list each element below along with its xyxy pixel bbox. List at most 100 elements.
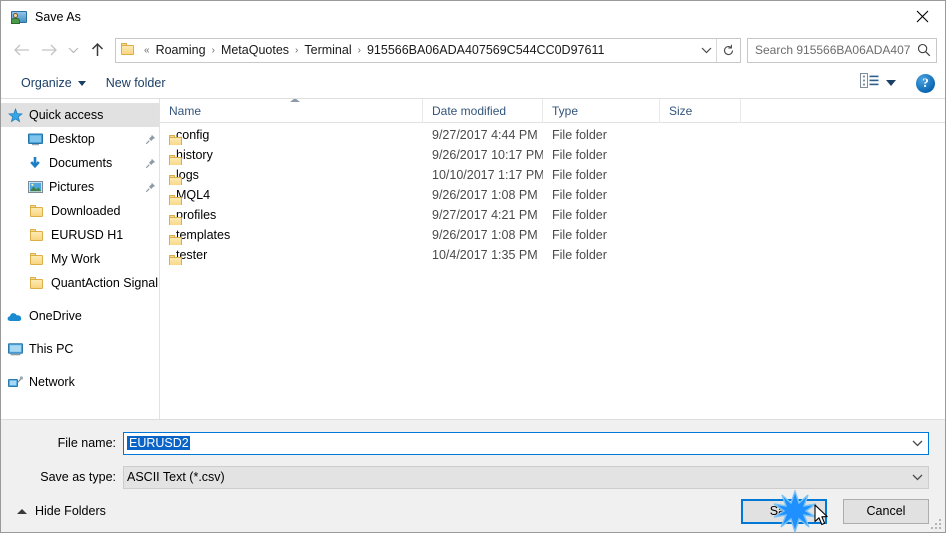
sidebar-item-label: Downloaded xyxy=(51,204,121,218)
documents-download-icon xyxy=(27,155,43,171)
pin-icon[interactable] xyxy=(141,158,159,169)
save-button[interactable]: Save xyxy=(741,498,827,524)
save-as-type-chevron-down-icon[interactable] xyxy=(906,467,928,488)
save-as-type-label: Save as type: xyxy=(40,470,116,484)
close-icon[interactable] xyxy=(899,2,945,32)
refresh-icon[interactable] xyxy=(716,38,740,62)
breadcrumb-separator[interactable]: › xyxy=(210,45,217,56)
type-cell: File folder xyxy=(552,148,607,162)
sidebar-item-downloaded[interactable]: Downloaded xyxy=(1,199,159,223)
sidebar-item-my-work[interactable]: My Work xyxy=(1,247,159,271)
up-arrow-icon[interactable] xyxy=(83,36,111,64)
date-modified-cell: 9/26/2017 1:08 PM xyxy=(432,188,538,202)
address-bar[interactable]: « Roaming › MetaQuotes › Terminal › 9155… xyxy=(115,37,741,63)
pin-icon[interactable] xyxy=(141,182,159,193)
table-row[interactable]: config 9/27/2017 4:44 PM File folder xyxy=(160,125,945,145)
table-row[interactable]: profiles 9/27/2017 4:21 PM File folder xyxy=(160,205,945,225)
resize-grip[interactable] xyxy=(929,517,941,529)
file-name-label: File name: xyxy=(57,436,116,450)
hide-folders-button[interactable]: Hide Folders xyxy=(11,500,112,522)
size-cell xyxy=(660,125,741,145)
file-name-cell: config xyxy=(160,125,423,145)
type-cell: File folder xyxy=(552,228,607,242)
column-header-date-modified[interactable]: Date modified xyxy=(423,98,543,123)
navigation-sidebar: Quick access Desktop Documents Pictures … xyxy=(1,99,160,419)
breadcrumb-item-instance-id[interactable]: 915566BA06ADA407569C544CC0D97611 xyxy=(363,41,608,59)
help-icon[interactable]: ? xyxy=(916,73,935,93)
cancel-button[interactable]: Cancel xyxy=(843,498,929,524)
file-name-cell: history xyxy=(160,145,423,165)
toolbar: Organize New folder ? xyxy=(1,68,945,99)
date-modified-cell: 10/10/2017 1:17 PM xyxy=(432,168,543,182)
organize-button[interactable]: Organize xyxy=(15,73,92,93)
sidebar-item-network[interactable]: Network xyxy=(1,370,159,394)
chevron-up-icon xyxy=(17,508,27,514)
sidebar-item-pictures[interactable]: Pictures xyxy=(1,175,159,199)
column-header-type[interactable]: Type xyxy=(543,98,660,123)
desktop-icon xyxy=(27,131,43,147)
back-arrow-icon[interactable] xyxy=(7,36,35,64)
table-row[interactable]: MQL4 9/26/2017 1:08 PM File folder xyxy=(160,185,945,205)
file-name-cell: MQL4 xyxy=(160,185,423,205)
save-as-dialog: Save As « Roaming › MetaQuotes › Termina… xyxy=(0,0,946,533)
type-cell: File folder xyxy=(552,208,607,222)
sidebar-item-quantaction-signal[interactable]: QuantAction Signal xyxy=(1,271,159,295)
file-name-selected-text[interactable]: EURUSD2 xyxy=(127,436,190,450)
breadcrumb-item-terminal[interactable]: Terminal xyxy=(300,41,355,59)
sidebar-item-desktop[interactable]: Desktop xyxy=(1,127,159,151)
sidebar-item-this-pc[interactable]: This PC xyxy=(1,337,159,361)
title-bar: Save As xyxy=(1,1,945,32)
pin-icon[interactable] xyxy=(141,134,159,145)
sidebar-item-documents[interactable]: Documents xyxy=(1,151,159,175)
column-header-size[interactable]: Size xyxy=(660,98,741,123)
breadcrumb-item-roaming[interactable]: Roaming xyxy=(152,41,210,59)
breadcrumb-separator[interactable]: › xyxy=(293,45,300,56)
recent-locations-chevron-down-icon[interactable] xyxy=(63,36,83,64)
window-title: Save As xyxy=(35,9,81,24)
sidebar-item-eurusd-h1[interactable]: EURUSD H1 xyxy=(1,223,159,247)
folder-icon xyxy=(29,251,45,267)
this-pc-icon xyxy=(7,341,23,357)
view-layout-icon xyxy=(860,73,879,93)
sidebar-item-label: OneDrive xyxy=(29,309,82,323)
search-input[interactable] xyxy=(748,43,912,57)
save-as-type-row: Save as type: ASCII Text (*.csv) xyxy=(1,464,945,490)
type-cell: File folder xyxy=(552,248,607,262)
folder-icon xyxy=(29,275,45,291)
date-modified-cell: 9/27/2017 4:44 PM xyxy=(432,128,538,142)
file-name-chevron-down-icon[interactable] xyxy=(906,433,928,454)
save-as-type-dropdown[interactable]: ASCII Text (*.csv) xyxy=(123,465,929,489)
file-name-label: profiles xyxy=(176,208,217,222)
table-row[interactable]: templates 9/26/2017 1:08 PM File folder xyxy=(160,225,945,245)
table-row[interactable]: logs 10/10/2017 1:17 PM File folder xyxy=(160,165,945,185)
size-cell xyxy=(660,145,741,165)
dialog-footer: File name: EURUSD2 Save as type: ASCII T… xyxy=(1,420,945,532)
sidebar-item-quick-access[interactable]: Quick access xyxy=(1,103,159,127)
file-name-value[interactable]: EURUSD2 xyxy=(124,436,906,450)
search-box[interactable] xyxy=(747,37,937,63)
sort-ascending-icon xyxy=(290,98,300,102)
forward-arrow-icon[interactable] xyxy=(35,36,63,64)
date-modified-cell: 10/4/2017 1:35 PM xyxy=(432,248,538,262)
sidebar-item-onedrive[interactable]: OneDrive xyxy=(1,304,159,328)
network-icon xyxy=(7,374,23,390)
breadcrumb: « Roaming › MetaQuotes › Terminal › 9155… xyxy=(142,41,696,59)
breadcrumb-item-metaquotes[interactable]: MetaQuotes xyxy=(217,41,293,59)
file-name-cell: tester xyxy=(160,245,423,265)
size-cell xyxy=(660,165,741,185)
type-cell: File folder xyxy=(552,188,607,202)
new-folder-button[interactable]: New folder xyxy=(100,73,172,93)
size-cell xyxy=(660,205,741,225)
folder-icon xyxy=(121,43,138,57)
table-row[interactable]: tester 10/4/2017 1:35 PM File folder xyxy=(160,245,945,265)
file-name-field[interactable]: EURUSD2 xyxy=(123,431,929,455)
breadcrumb-separator[interactable]: › xyxy=(356,45,363,56)
address-chevron-down-icon[interactable] xyxy=(696,39,716,62)
table-row[interactable]: history 9/26/2017 10:17 PM File folder xyxy=(160,145,945,165)
search-icon xyxy=(912,43,936,57)
view-layout-button[interactable] xyxy=(856,71,900,95)
new-folder-label: New folder xyxy=(105,76,166,90)
sidebar-item-label: My Work xyxy=(51,252,101,266)
column-header-name[interactable]: Name xyxy=(160,98,423,123)
